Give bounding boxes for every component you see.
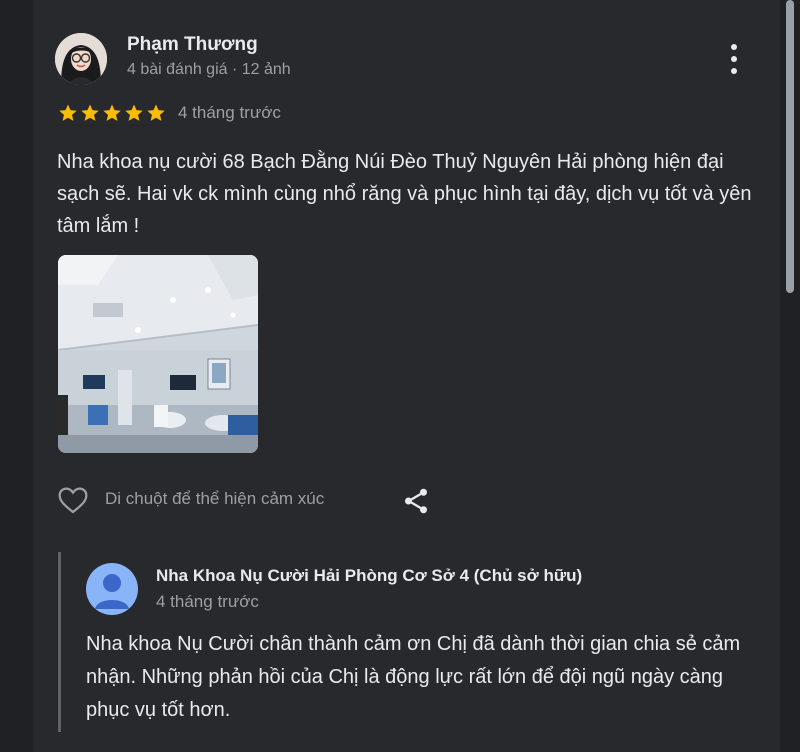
scrollbar-thumb[interactable] xyxy=(786,0,794,293)
star-icon xyxy=(147,104,165,121)
star-icon xyxy=(125,104,143,121)
react-hint-label: Di chuột để thể hiện cảm xúc xyxy=(105,489,325,508)
scrollbar[interactable] xyxy=(780,0,800,752)
reviewer-meta: 4 bài đánh giá · 12 ảnh xyxy=(127,61,291,78)
star-icon xyxy=(81,104,99,121)
star-icon xyxy=(103,104,121,121)
review-time: 4 tháng trước xyxy=(178,103,281,122)
owner-reply-time: 4 tháng trước xyxy=(156,592,259,611)
reviewer-name[interactable]: Phạm Thương xyxy=(127,34,258,56)
review-text: Nha khoa nụ cười 68 Bạch Đằng Núi Đèo Th… xyxy=(57,151,752,237)
owner-avatar[interactable] xyxy=(86,563,138,615)
person-icon xyxy=(95,574,129,609)
share-button[interactable] xyxy=(401,486,431,516)
reply-divider xyxy=(58,552,61,732)
reviewer-avatar[interactable] xyxy=(55,33,107,85)
heart-outline-icon xyxy=(58,487,88,514)
owner-name[interactable]: Nha Khoa Nụ Cười Hải Phòng Cơ Sở 4 (Chủ … xyxy=(156,566,582,586)
like-button[interactable] xyxy=(56,484,90,516)
star-rating xyxy=(58,103,168,123)
star-icon xyxy=(59,104,77,121)
owner-reply-text: Nha khoa Nụ Cười chân thành cảm ơn Chị đ… xyxy=(86,633,741,721)
review-photo[interactable] xyxy=(58,255,258,453)
more-vert-icon xyxy=(731,44,737,50)
more-options-button[interactable] xyxy=(722,42,746,76)
share-icon xyxy=(405,488,427,514)
